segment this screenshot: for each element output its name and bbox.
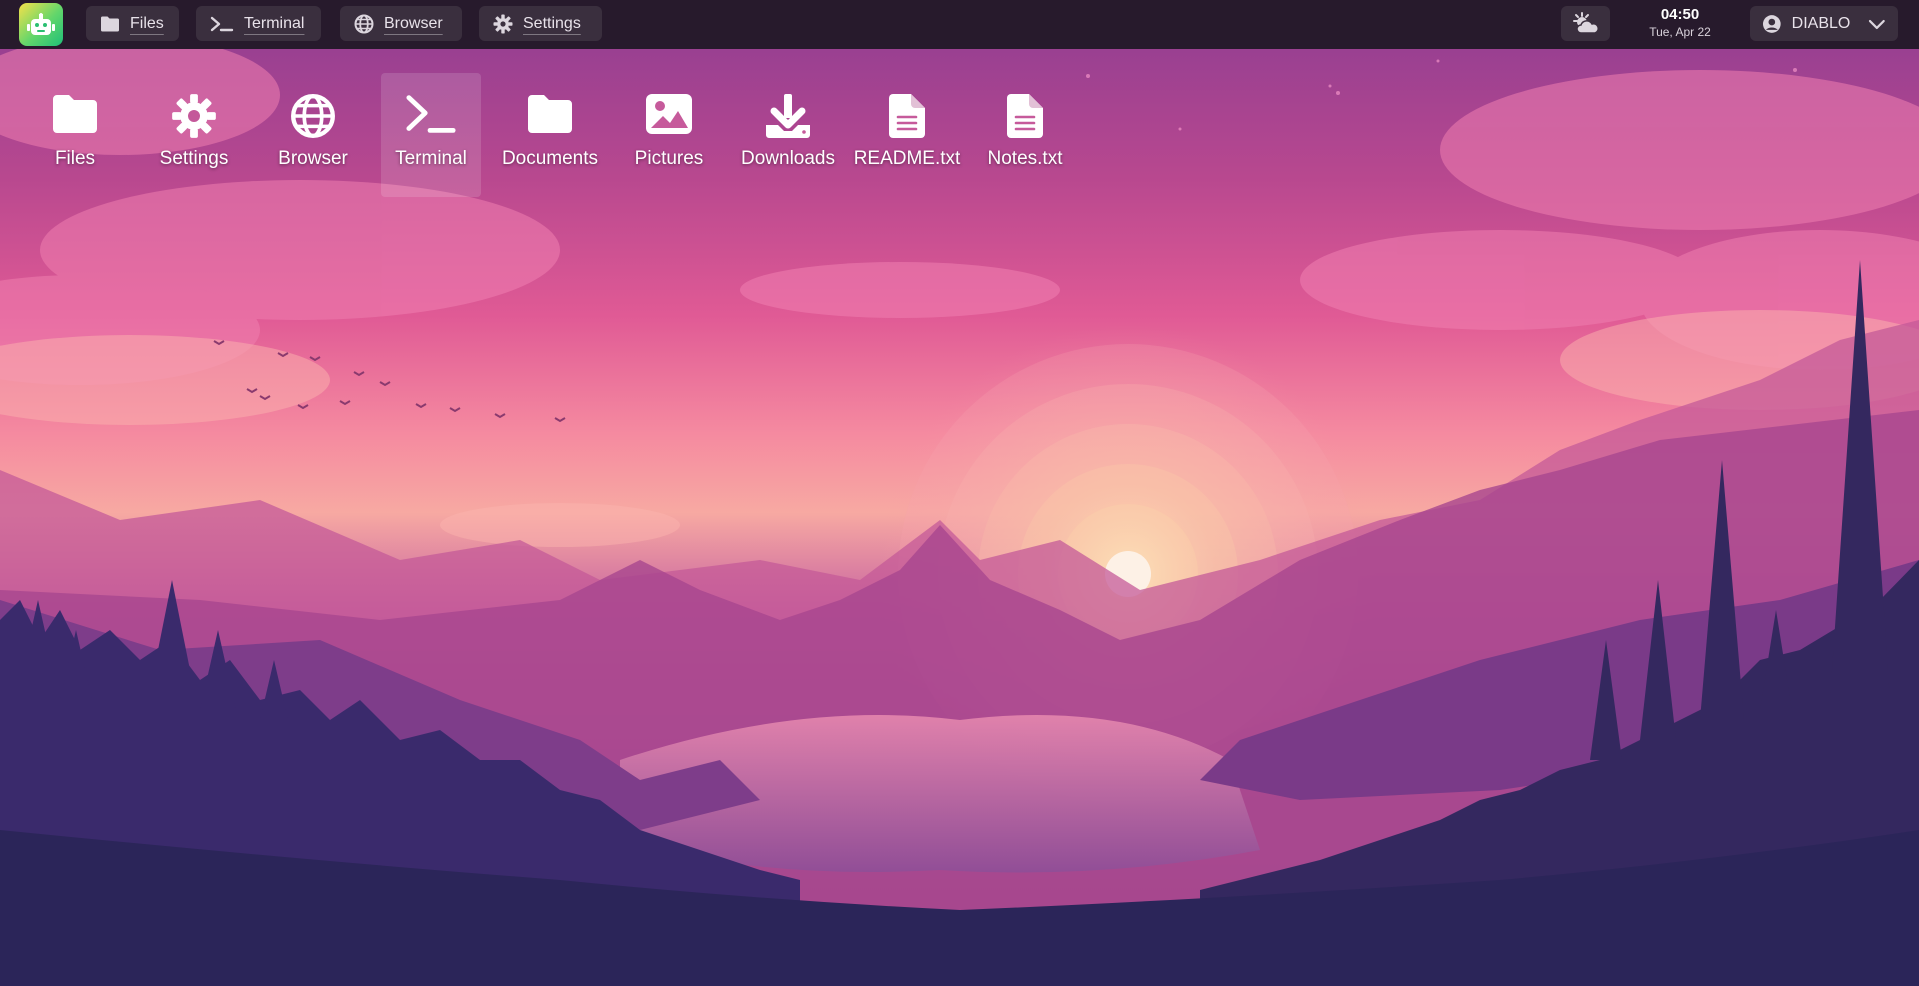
chevron-down-icon: [1869, 19, 1886, 29]
clock-date: Tue, Apr 22: [1649, 25, 1711, 39]
terminal-icon: [210, 16, 234, 31]
desktop-icon-label: Pictures: [634, 148, 704, 169]
taskbar-settings-label: Settings: [523, 14, 581, 32]
desktop-icon-label: Notes.txt: [987, 148, 1063, 169]
desktop-icon-browser[interactable]: Browser: [263, 73, 363, 197]
download-icon: [766, 94, 810, 138]
desktop-icon-terminal[interactable]: Terminal: [381, 73, 481, 197]
folder-icon: [528, 95, 572, 133]
clock[interactable]: 04:50 Tue, Apr 22: [1630, 5, 1730, 40]
sun-cloud-icon: [1572, 11, 1599, 34]
desktop-icon-readme[interactable]: README.txt: [854, 73, 960, 197]
desktop-icon-pictures[interactable]: Pictures: [619, 73, 719, 197]
globe-icon: [291, 94, 335, 138]
folder-icon: [101, 16, 119, 31]
desktop-icon-settings[interactable]: Settings: [144, 73, 244, 197]
globe-icon: [354, 14, 374, 33]
desktop-icon-label: Files: [54, 148, 96, 169]
taskbar-files-label: Files: [130, 14, 164, 32]
folder-icon: [53, 95, 97, 133]
image-icon: [646, 94, 692, 134]
file-text-icon: [889, 94, 925, 138]
terminal-icon: [406, 95, 456, 133]
desktop-icon-files[interactable]: Files: [25, 73, 125, 197]
app-launcher-button[interactable]: [19, 3, 63, 46]
robot-icon: [27, 12, 55, 35]
desktop-icon-label: Settings: [159, 148, 229, 169]
top-bar: Files Terminal Browser Settings 04:50 Tu…: [0, 0, 1919, 49]
taskbar-terminal-label: Terminal: [244, 14, 305, 32]
weather-button[interactable]: [1561, 6, 1610, 41]
desktop-icon-label: Terminal: [395, 148, 467, 169]
clock-time: 04:50: [1660, 6, 1700, 23]
desktop-icon-documents[interactable]: Documents: [500, 73, 600, 197]
taskbar-files-button[interactable]: Files: [86, 6, 179, 41]
desktop-icon-label: Downloads: [741, 148, 835, 169]
user-circle-icon: [1762, 14, 1781, 33]
desktop-icon-label: Documents: [501, 148, 599, 169]
desktop-icon-notes[interactable]: Notes.txt: [975, 73, 1075, 197]
desktop-icon-downloads[interactable]: Downloads: [738, 73, 838, 197]
desktop-icon-label: README.txt: [853, 148, 961, 169]
file-text-icon: [1007, 94, 1043, 138]
taskbar-browser-button[interactable]: Browser: [340, 6, 462, 41]
user-name: DIABLO: [1791, 14, 1851, 32]
taskbar-terminal-button[interactable]: Terminal: [196, 6, 321, 41]
gear-icon: [493, 14, 513, 33]
taskbar-browser-label: Browser: [384, 14, 443, 32]
desktop-icon-label: Browser: [278, 148, 348, 169]
user-menu-button[interactable]: DIABLO: [1750, 6, 1898, 41]
gear-icon: [172, 94, 216, 138]
taskbar-settings-button[interactable]: Settings: [479, 6, 602, 41]
